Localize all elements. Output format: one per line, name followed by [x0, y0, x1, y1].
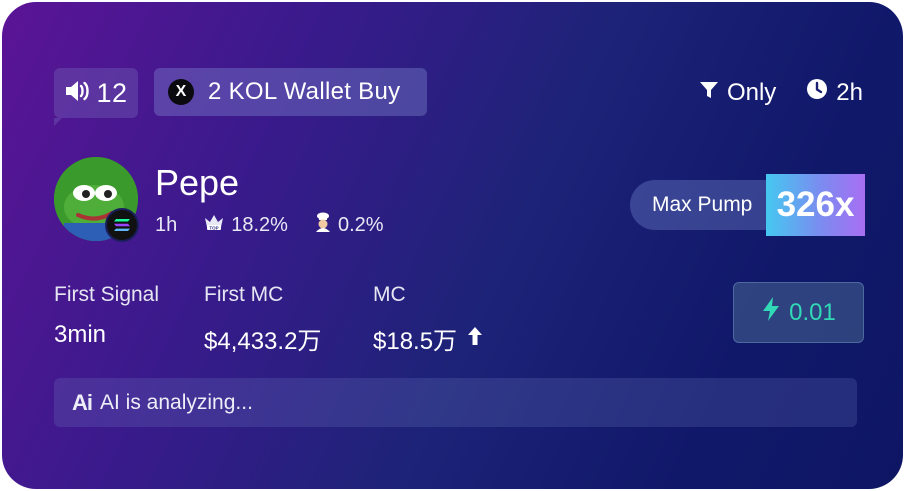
chef-icon	[314, 212, 332, 238]
first-mc-value: $4,433.2万	[204, 328, 322, 355]
speaker-icon	[64, 79, 90, 108]
solana-icon	[105, 208, 139, 242]
quick-buy-button[interactable]: 0.01	[733, 282, 864, 343]
svg-text:TOP: TOP	[210, 225, 219, 230]
sound-count: 12	[96, 77, 128, 108]
arrow-up-icon	[467, 325, 483, 353]
first-signal-stat: First Signal 3min	[54, 283, 159, 349]
first-mc-label: First MC	[204, 283, 284, 306]
token-age: 1h	[155, 213, 178, 236]
ai-status-text: AI is analyzing...	[100, 390, 253, 414]
clock-icon	[806, 78, 828, 107]
lightning-icon	[761, 296, 781, 329]
top-crown-icon: TOP	[203, 213, 225, 237]
quick-buy-amount: 0.01	[789, 298, 836, 326]
kol-wallet-buy-badge[interactable]: X 2 KOL Wallet Buy	[154, 68, 427, 116]
filter-icon[interactable]	[699, 79, 719, 107]
first-signal-label: First Signal	[54, 283, 160, 306]
first-mc-stat: First MC $4,433.2万	[204, 283, 321, 356]
mc-label: MC	[373, 283, 406, 306]
max-pump-value: 326x	[766, 174, 865, 236]
sound-count-badge[interactable]: 12	[54, 68, 138, 126]
token-signal-card[interactable]: 12 X 2 KOL Wallet Buy Only 2h Pepe 1h TO…	[2, 2, 903, 489]
time-window-label[interactable]: 2h	[836, 79, 863, 107]
filter-only-label[interactable]: Only	[727, 79, 776, 107]
first-signal-value: 3min	[54, 321, 107, 348]
max-pump-label: Max Pump	[652, 193, 753, 216]
mc-stat: MC $18.5万	[373, 283, 483, 356]
mc-value: $18.5万	[373, 328, 458, 355]
token-name[interactable]: Pepe	[155, 162, 239, 204]
ai-icon: Ai	[72, 389, 93, 415]
mc-value-row: $18.5万	[373, 321, 483, 356]
x-logo-icon: X	[168, 79, 194, 105]
top-holders-pct: 18.2%	[231, 213, 288, 236]
ai-analysis-bar[interactable]: Ai AI is analyzing...	[54, 378, 857, 427]
top-right-filters: Only 2h	[699, 78, 863, 107]
kol-wallet-buy-label: 2 KOL Wallet Buy	[208, 78, 401, 105]
dev-pct: 0.2%	[337, 213, 384, 236]
token-meta-row: 1h TOP 18.2% 0.2%	[155, 212, 384, 238]
